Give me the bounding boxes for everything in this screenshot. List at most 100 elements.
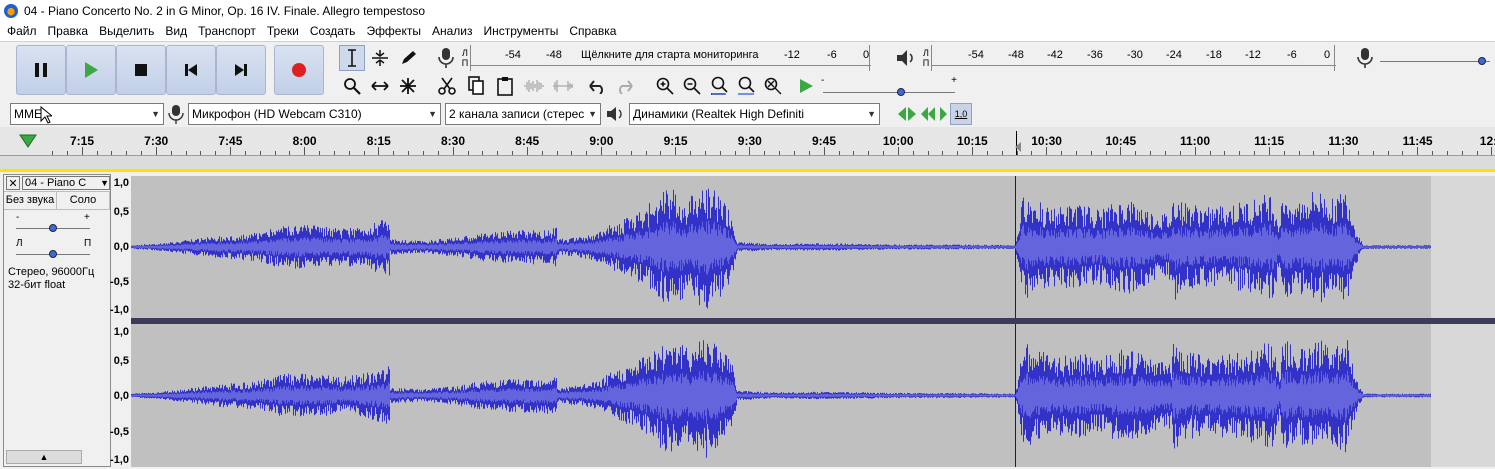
scale-label: 1,0 xyxy=(113,177,129,189)
selection-tool-icon[interactable] xyxy=(339,45,365,71)
time-shift-tool-icon[interactable] xyxy=(367,73,393,99)
fit-selection-button[interactable] xyxy=(706,73,732,99)
draw-tool-icon[interactable] xyxy=(395,45,421,71)
ruler-minor-tick xyxy=(378,147,380,155)
skip-start-button[interactable] xyxy=(166,45,216,95)
microphone-icon[interactable] xyxy=(436,47,456,69)
play-meter-tick: -36 xyxy=(1087,49,1103,61)
ruler-time-label: 11:45 xyxy=(1402,134,1433,148)
ruler-minor-tick xyxy=(230,147,232,155)
ruler-time-label: 7:15 xyxy=(69,134,95,148)
menu-transport[interactable]: Транспорт xyxy=(193,24,262,38)
multi-tool-icon[interactable] xyxy=(395,73,421,99)
ruler-time-label: 9:00 xyxy=(589,134,614,148)
record-meter-left-label: Л xyxy=(462,48,468,58)
menu-help[interactable]: Справка xyxy=(564,24,622,38)
play-at-speed-icon[interactable] xyxy=(797,77,815,95)
ruler-minor-tick xyxy=(1402,151,1404,155)
record-button[interactable] xyxy=(274,45,324,95)
ruler-minor-tick xyxy=(363,151,365,155)
cut-button[interactable] xyxy=(434,73,460,99)
play-meter-tick: -54 xyxy=(968,49,984,61)
mute-button[interactable]: Без звука xyxy=(4,192,57,209)
zoom-out-button[interactable] xyxy=(679,73,705,99)
play-meter[interactable]: -54 -48 -42 -36 -30 -24 -18 -12 -6 0 xyxy=(931,45,1336,71)
menu-view[interactable]: Вид xyxy=(160,24,193,38)
menu-tracks[interactable]: Треки xyxy=(262,24,305,38)
close-track-button[interactable]: ✕ xyxy=(6,176,20,190)
waveform-channel-right[interactable] xyxy=(131,324,1495,467)
menu-select[interactable]: Выделить xyxy=(94,24,160,38)
copy-button[interactable] xyxy=(463,73,489,99)
scale-label: -1,0 xyxy=(110,304,129,316)
ruler-minor-tick xyxy=(66,151,68,155)
audio-host-select[interactable]: MME ▼ xyxy=(10,103,164,125)
ruler-minor-tick xyxy=(1446,151,1448,155)
skip-end-button[interactable] xyxy=(216,45,266,95)
menu-analyze[interactable]: Анализ xyxy=(427,24,479,38)
ruler-minor-tick xyxy=(897,147,899,155)
ruler-minor-tick xyxy=(1209,151,1211,155)
seek-icon[interactable] xyxy=(920,105,948,123)
track-bit-depth-info: 32-бит float xyxy=(8,279,66,291)
playback-region-bar xyxy=(0,169,1495,172)
ruler-time-label: 8:00 xyxy=(292,134,317,148)
paste-button[interactable] xyxy=(492,73,518,99)
track-name-menu[interactable]: 04 - Piano C ▼ xyxy=(22,176,110,190)
menu-generate[interactable]: Создать xyxy=(305,24,362,38)
ruler-minor-tick xyxy=(215,151,217,155)
fit-project-button[interactable] xyxy=(733,73,759,99)
menu-edit[interactable]: Правка xyxy=(43,24,95,38)
menu-effects[interactable]: Эффекты xyxy=(361,24,427,38)
ruler-time-label: 7:45 xyxy=(218,134,243,148)
speaker-icon[interactable] xyxy=(895,48,917,68)
envelope-tool-icon[interactable] xyxy=(367,45,393,71)
ruler-minor-tick xyxy=(734,151,736,155)
play-meter-left-label: Л xyxy=(923,48,929,58)
zoom-in-button[interactable] xyxy=(652,73,678,99)
play-head-icon[interactable] xyxy=(18,133,38,149)
silence-button[interactable] xyxy=(550,73,576,99)
scissors-icon xyxy=(438,77,456,95)
empty-track-area xyxy=(1431,176,1495,318)
scale-label: -1,0 xyxy=(110,454,129,466)
scale-label: 0,5 xyxy=(113,355,129,367)
scale-label: -0,5 xyxy=(110,426,129,438)
stop-button[interactable] xyxy=(116,45,166,95)
ruler-minor-tick xyxy=(96,151,98,155)
playback-device-value: Динамики (Realtek High Definiti xyxy=(633,107,805,121)
ruler-time-label: 9:15 xyxy=(663,134,688,148)
pan-slider[interactable]: Л П xyxy=(4,236,110,262)
redo-button[interactable] xyxy=(612,73,638,99)
scrub-icon[interactable] xyxy=(896,105,918,123)
collapse-track-button[interactable]: ▲ xyxy=(6,450,82,464)
playback-device-select[interactable]: Динамики (Realtek High Definiti ▼ xyxy=(629,103,880,125)
timeline-ruler[interactable]: 7:15 7:30 7:45 8:00 8:15 8:30 8:45 9:00 9:15 9:30… xyxy=(0,127,1495,156)
ruler-minor-tick xyxy=(170,151,172,155)
undo-button[interactable] xyxy=(584,73,610,99)
gain-slider[interactable]: - + xyxy=(4,210,110,236)
play-button[interactable] xyxy=(66,45,116,95)
menu-tools[interactable]: Инструменты xyxy=(479,24,565,38)
ruler-minor-tick xyxy=(957,151,959,155)
recording-channels-select[interactable]: 2 канала записи (стерес ▼ xyxy=(445,103,601,125)
zoom-toggle-button[interactable] xyxy=(760,73,786,99)
ruler-time-label: 9:45 xyxy=(811,134,837,148)
record-volume-slider[interactable] xyxy=(1380,48,1490,68)
play-speed-box[interactable]: 1,0 xyxy=(950,103,972,125)
empty-track-area xyxy=(1431,324,1495,467)
ruler-minor-tick xyxy=(333,151,335,155)
zoom-tool-icon[interactable] xyxy=(339,73,365,99)
recording-device-select[interactable]: Микрофон (HD Webcam C310) ▼ xyxy=(188,103,441,125)
ruler-minor-tick xyxy=(512,151,514,155)
record-meter-hint[interactable]: Щёлкните для старта мониторинга xyxy=(581,49,758,61)
pause-button[interactable] xyxy=(16,45,66,95)
trim-button[interactable] xyxy=(521,73,547,99)
undo-icon xyxy=(589,80,603,94)
menu-file[interactable]: Файл xyxy=(2,24,43,38)
ruler-minor-tick xyxy=(764,151,766,155)
record-meter[interactable]: -54 -48 Щёлкните для старта мониторинга … xyxy=(470,45,871,71)
play-speed-slider[interactable]: - + xyxy=(821,74,961,98)
waveform-channel-left[interactable] xyxy=(131,176,1495,318)
zoom-out-icon xyxy=(683,77,701,95)
